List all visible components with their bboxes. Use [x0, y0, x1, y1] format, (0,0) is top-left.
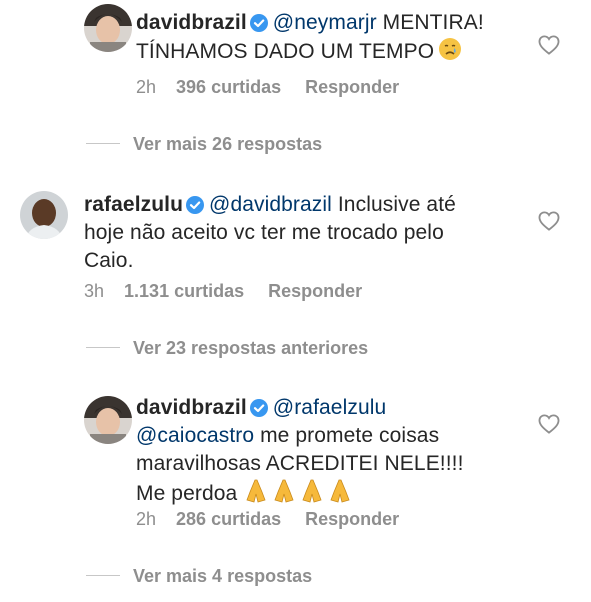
comment-text: MENTIRA!: [382, 11, 484, 34]
reply-button[interactable]: Responder: [268, 281, 362, 301]
avatar[interactable]: [84, 396, 132, 444]
thread-divider: [86, 143, 120, 144]
like-heart-icon[interactable]: [538, 35, 560, 55]
comment-rafaelzulu: rafaelzulu @davidbrazil Inclusive até hoj…: [0, 185, 591, 315]
comment-text: hoje não aceito vc ter me trocado pelo: [84, 221, 444, 244]
mention-link[interactable]: @neymarjr: [273, 11, 377, 34]
comment-text: maravilhosas ACREDITEI NELE!!!!: [136, 452, 464, 475]
comment-davidbrazil-2: davidbrazil @rafaelzulu @caiocastro me pr…: [0, 390, 591, 540]
comment-meta: 2h 396 curtidas Responder: [136, 77, 423, 98]
comment-text: Me perdoa: [136, 482, 238, 505]
comment-body: rafaelzulu @davidbrazil Inclusive até hoj…: [84, 191, 534, 275]
verified-badge-icon: [186, 196, 205, 214]
comment-text: me promete coisas: [260, 424, 440, 447]
likes-count[interactable]: 396 curtidas: [176, 77, 281, 97]
comment-body: davidbrazil @rafaelzulu @caiocastro me pr…: [136, 394, 536, 512]
thread-divider: [86, 575, 120, 576]
view-replies-label[interactable]: Ver mais 26 respostas: [133, 134, 322, 154]
crying-face-icon: [439, 38, 462, 60]
reply-button[interactable]: Responder: [305, 509, 399, 529]
mention-link[interactable]: @caiocastro: [136, 424, 254, 447]
timestamp: 3h: [84, 281, 105, 301]
avatar[interactable]: [84, 4, 132, 52]
username[interactable]: rafaelzulu: [84, 193, 183, 216]
comment-meta: 3h 1.131 curtidas Responder: [84, 281, 386, 302]
comment-davidbrazil-1: davidbrazil @neymarjr MENTIRA! TÍNHAMOS D…: [0, 0, 591, 110]
avatar[interactable]: [20, 191, 68, 239]
likes-count[interactable]: 1.131 curtidas: [124, 281, 244, 301]
comment-meta: 2h 286 curtidas Responder: [136, 509, 423, 530]
likes-count[interactable]: 286 curtidas: [176, 509, 281, 529]
comment-body: davidbrazil @neymarjr MENTIRA! TÍNHAMOS D…: [136, 9, 546, 66]
view-replies-label[interactable]: Ver mais 4 respostas: [133, 566, 312, 586]
verified-badge-icon: [249, 14, 268, 32]
like-heart-icon[interactable]: [538, 414, 560, 434]
view-replies-label[interactable]: Ver 23 respostas anteriores: [133, 338, 368, 358]
verified-badge-icon: [249, 399, 268, 417]
praying-hands-icon: [243, 478, 355, 512]
view-previous-replies-link[interactable]: Ver 23 respostas anteriores: [86, 338, 368, 359]
timestamp: 2h: [136, 77, 157, 97]
view-replies-link[interactable]: Ver mais 4 respostas: [86, 566, 312, 587]
thread-divider: [86, 347, 120, 348]
comment-text: Caio.: [84, 249, 134, 272]
comment-text: TÍNHAMOS DADO UM TEMPO: [136, 40, 435, 63]
comment-text: Inclusive até: [337, 193, 456, 216]
view-replies-link[interactable]: Ver mais 26 respostas: [86, 134, 322, 155]
reply-button[interactable]: Responder: [305, 77, 399, 97]
timestamp: 2h: [136, 509, 157, 529]
like-heart-icon[interactable]: [538, 211, 560, 231]
username[interactable]: davidbrazil: [136, 11, 247, 34]
username[interactable]: davidbrazil: [136, 396, 247, 419]
mention-link[interactable]: @rafaelzulu: [273, 396, 386, 419]
mention-link[interactable]: @davidbrazil: [209, 193, 332, 216]
